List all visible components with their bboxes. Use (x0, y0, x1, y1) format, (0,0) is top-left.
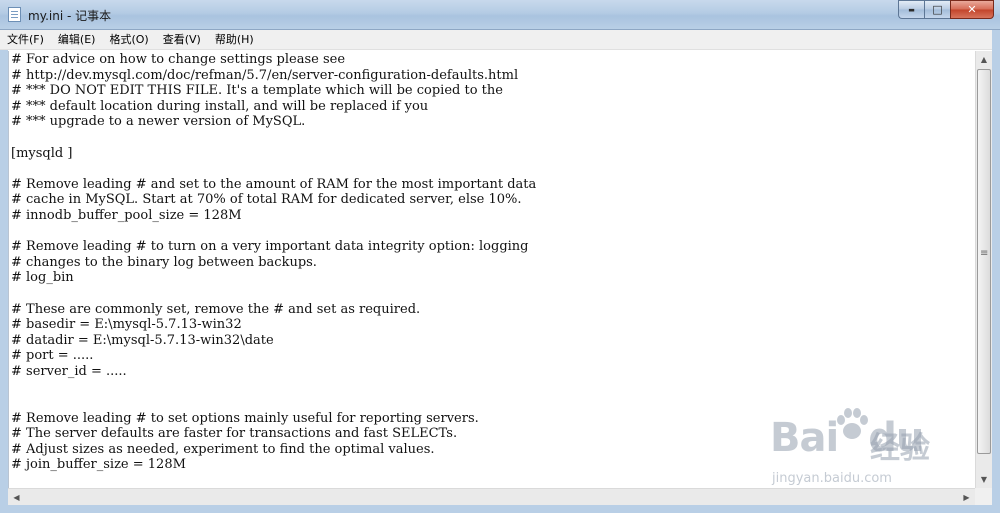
menu-help[interactable]: 帮助(H) (208, 30, 261, 48)
vertical-scroll-thumb[interactable] (977, 69, 991, 454)
notepad-icon[interactable] (8, 7, 21, 22)
text-line: # Adjust sizes as needed, experiment to … (11, 441, 435, 457)
text-line: # cache in MySQL. Start at 70% of total … (11, 192, 522, 208)
window-title: my.ini - 记事本 (28, 9, 112, 23)
text-line (11, 395, 536, 411)
text-line: # port = ..... (11, 348, 94, 364)
paw-icon (837, 408, 868, 439)
scroll-right-icon[interactable]: ▶ (958, 489, 975, 505)
watermark-url: jingyan.baidu.com (772, 471, 892, 486)
text-line: # The server defaults are faster for tra… (11, 426, 458, 442)
text-line: # *** default location during install, a… (11, 98, 429, 114)
menu-file[interactable]: 文件(F) (0, 30, 51, 48)
text-line: # join_buffer_size = 128M (11, 457, 186, 473)
scrollbar-corner (975, 488, 992, 505)
scroll-down-icon[interactable]: ▼ (976, 471, 992, 488)
vertical-scrollbar[interactable]: ▲ ▼ (975, 51, 992, 488)
text-line: # Remove leading # to turn on a very imp… (11, 239, 529, 255)
text-line: # *** upgrade to a newer version of MySQ… (11, 114, 306, 130)
title-bar[interactable]: my.ini - 记事本 ▬ □ ✕ (0, 0, 1000, 30)
text-line (11, 224, 536, 240)
window-frame-right (992, 30, 1000, 513)
maximize-icon: □ (932, 3, 943, 16)
text-line: # server_id = ..... (11, 363, 127, 379)
text-line (11, 130, 536, 146)
scroll-left-icon[interactable]: ◀ (8, 489, 25, 505)
text-line: # datadir = E:\mysql-5.7.13-win32\date (11, 332, 274, 348)
text-line (11, 161, 536, 177)
text-line: # log_bin (11, 270, 74, 286)
text-line (11, 379, 536, 395)
text-line: # Remove leading # and set to the amount… (11, 176, 537, 192)
text-line: # basedir = E:\mysql-5.7.13-win32 (11, 317, 242, 333)
maximize-button[interactable]: □ (924, 0, 950, 19)
window-frame-bottom[interactable] (0, 505, 1000, 513)
text-line: # For advice on how to change settings p… (11, 52, 346, 67)
menu-view[interactable]: 查看(V) (156, 30, 208, 48)
text-lines: # For advice on how to change settings p… (11, 52, 536, 473)
menu-bar: 文件(F) 编辑(E) 格式(O) 查看(V) 帮助(H) (0, 30, 1000, 50)
watermark-experience: 经验 (870, 431, 930, 466)
minimize-icon: ▬ (908, 5, 915, 14)
window-controls: ▬ □ ✕ (898, 0, 994, 20)
text-line: # http://dev.mysql.com/doc/refman/5.7/en… (11, 67, 519, 83)
watermark-logo-text: Bai (770, 415, 839, 461)
window-frame-left (0, 50, 8, 505)
text-line (11, 286, 536, 302)
text-line: # These are commonly set, remove the # a… (11, 301, 421, 317)
minimize-button[interactable]: ▬ (898, 0, 924, 19)
horizontal-scrollbar[interactable]: ◀ ▶ (8, 488, 975, 505)
text-line: [mysqld ] (11, 145, 73, 161)
close-icon: ✕ (967, 3, 977, 16)
close-button[interactable]: ✕ (950, 0, 994, 19)
menu-format[interactable]: 格式(O) (102, 30, 155, 48)
text-line: # *** DO NOT EDIT THIS FILE. It's a temp… (11, 83, 503, 99)
text-line: # Remove leading # to set options mainly… (11, 410, 479, 426)
text-line: # innodb_buffer_pool_size = 128M (11, 207, 242, 223)
menu-edit[interactable]: 编辑(E) (51, 30, 103, 48)
text-line: # changes to the binary log between back… (11, 254, 317, 270)
scroll-up-icon[interactable]: ▲ (976, 51, 992, 68)
baidu-watermark: Bai du 经验 jingyan.baidu.com (770, 405, 970, 490)
